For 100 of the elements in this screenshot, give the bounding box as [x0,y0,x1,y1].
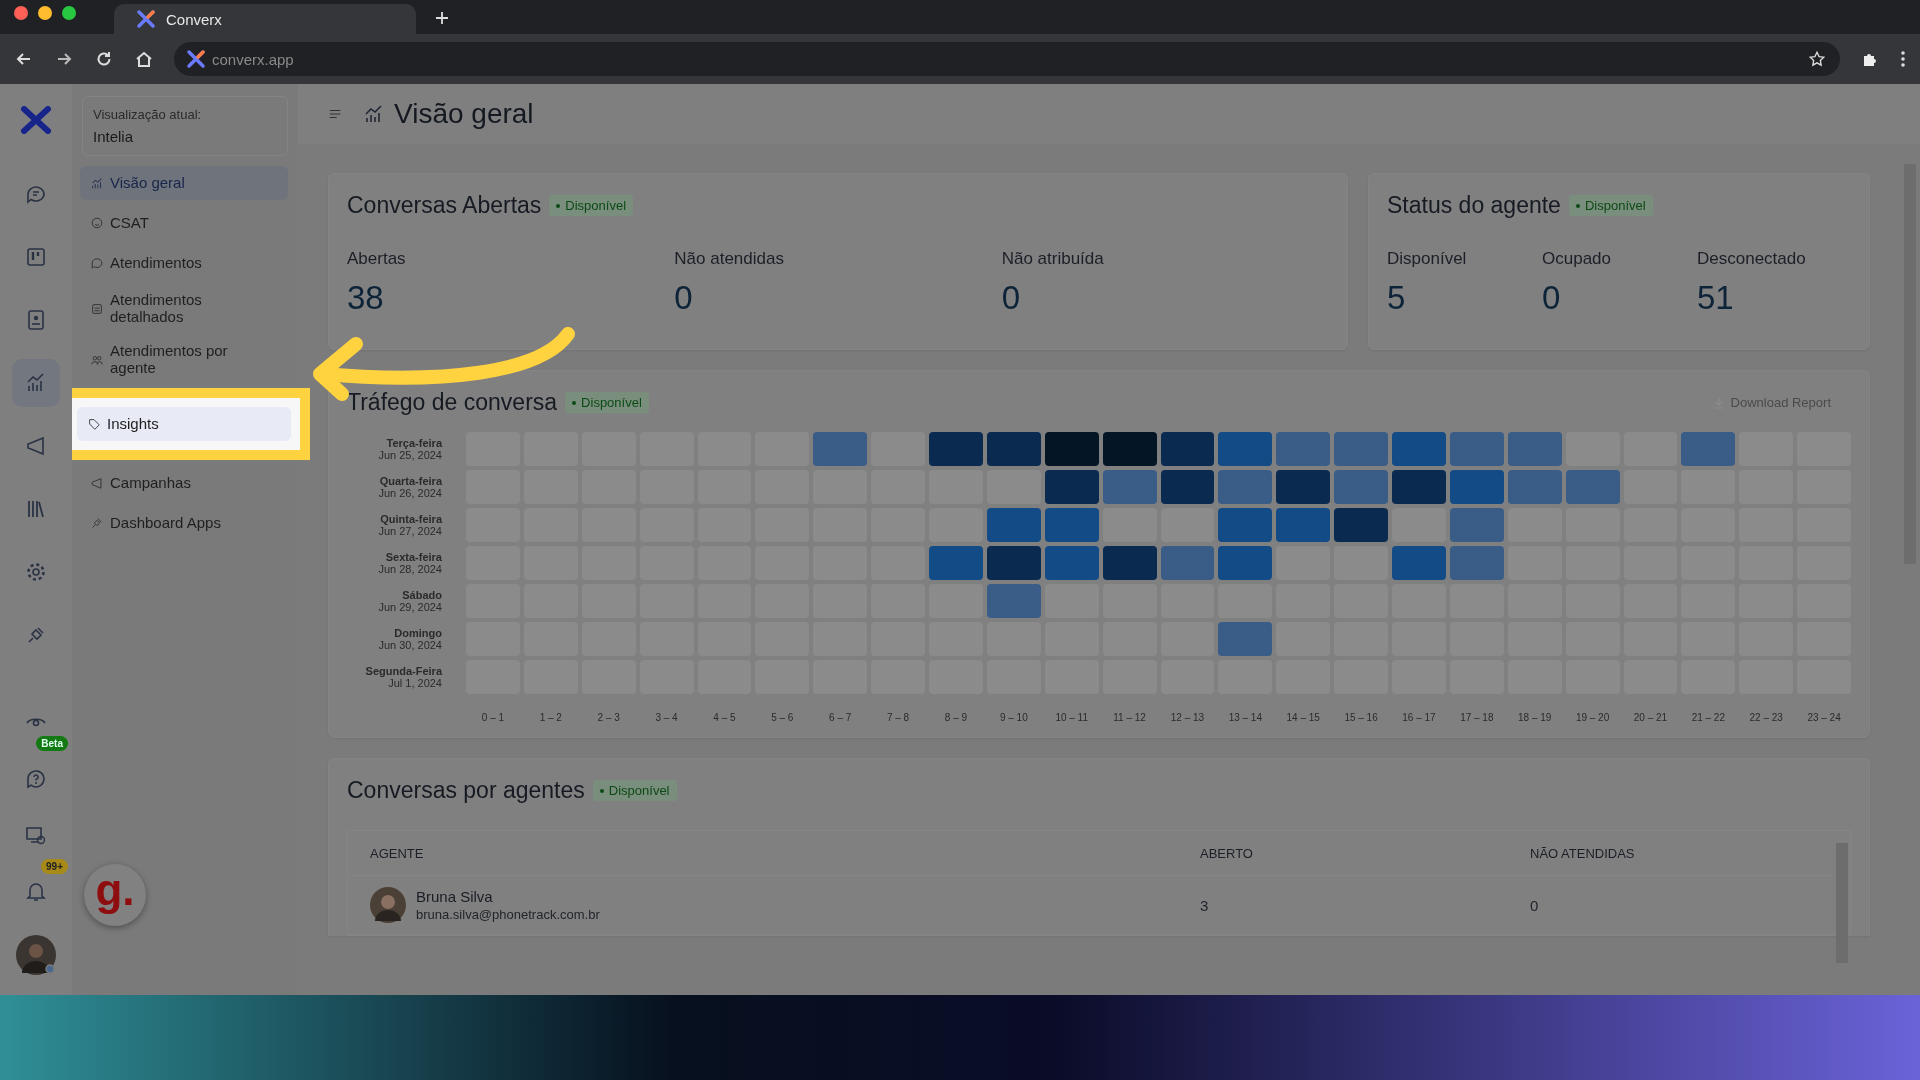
hour-label: 13 – 14 [1227,712,1263,723]
app-logo-icon[interactable] [20,106,52,134]
notification-badge: Beta [36,736,68,751]
chart-icon [364,104,384,124]
sidebar-item-icon [90,301,104,316]
hour-label: 9 – 10 [998,712,1029,723]
metric-value: 0 [1001,279,1021,317]
sidebar-item-icon [90,516,104,530]
date-label: Jun 27, 2024 [378,525,442,537]
hour-label: 21 – 22 [1690,712,1726,723]
agent-avatar [370,887,406,923]
day-label: Terça-feira [386,437,442,449]
sidebar-item-icon [87,417,101,431]
home-icon[interactable] [134,49,154,69]
metric-value: 5 [1387,279,1407,317]
kanban-icon [24,245,48,269]
sidebar-item[interactable]: Insights [77,407,291,441]
hour-label: 8 – 9 [943,712,969,723]
sidebar-item[interactable]: Dashboard Apps [80,506,288,540]
hour-label: 3 – 4 [654,712,679,723]
hour-label: 5 – 6 [770,712,795,723]
page-title: Visão geral [394,98,534,130]
sidebar-item-icon [90,176,104,190]
sidebar-item[interactable]: Atendimentos detalhados [80,286,288,331]
agent-email: bruna.silva@phonetrack.com.br [416,907,600,922]
column-header: NÃO ATENDIDAS [1530,845,1636,861]
chart-nav-button[interactable] [12,359,60,407]
user-avatar[interactable] [16,935,56,975]
hour-label: 14 – 15 [1285,712,1321,723]
day-label: Quinta-feira [380,513,442,525]
hour-label: 15 – 16 [1343,712,1379,723]
day-label: Sábado [402,589,442,601]
metric-label: Não atendidas [674,249,785,269]
notification-badge: 99+ [41,859,68,874]
metric-value: 0 [674,279,694,317]
column-header: ABERTO [1200,845,1254,861]
close-window-button[interactable] [14,6,28,20]
date-label: Jun 26, 2024 [378,487,442,499]
hour-label: 19 – 20 [1574,712,1611,723]
sidebar-item[interactable]: Atendimentos [80,246,288,280]
status-badge: Disponível [565,392,649,413]
sidebar-item[interactable]: Visão geral [80,166,288,200]
metric-label: Ocupado [1542,249,1612,269]
browser-menu-icon[interactable] [1900,49,1906,69]
card-title: Status do agente [1387,192,1561,219]
menu-icon[interactable] [328,107,342,121]
maximize-window-button[interactable] [62,6,76,20]
minimize-window-button[interactable] [38,6,52,20]
view-name: Intelia [93,128,135,145]
date-label: Jun 25, 2024 [378,449,442,461]
metric-label: Desconectado [1697,249,1807,269]
sidebar-item-icon [90,476,104,490]
table-scrollbar[interactable] [1836,843,1848,963]
view-label: Visualização atual: [93,107,203,122]
date-label: Jun 28, 2024 [378,563,442,575]
metric-value: 38 [347,279,385,317]
hour-label: 7 – 8 [885,712,911,723]
hour-label: 0 – 1 [480,712,506,723]
help-icon[interactable] [24,767,48,791]
current-view-card[interactable]: Visualização atual: Intelia [82,96,288,156]
hour-label: 6 – 7 [828,712,853,723]
column-header: AGENTE [370,845,425,861]
hour-label: 2 – 3 [596,712,621,723]
sidebar-item[interactable]: CSAT [80,206,288,240]
day-label: Segunda-Feira [365,665,442,677]
metric-value: 51 [1697,279,1735,317]
sidebar-item-icon [90,256,104,270]
status-badge: Disponível [1568,195,1653,216]
address-bar[interactable]: converx.app [174,42,1840,76]
hour-label: 17 – 18 [1459,712,1495,723]
sidebar-item[interactable]: Atendimentos por agente [80,337,288,382]
gear-icon [24,560,48,584]
hour-label: 22 – 23 [1748,712,1784,723]
card-title: Tráfego de conversa [347,389,558,416]
browser-tab[interactable]: Converx [114,4,416,34]
card-title: Conversas por agentes [347,777,585,804]
date-label: Jun 29, 2024 [378,601,442,613]
agent-name: Bruna Silva [416,888,494,905]
hour-label: 12 – 13 [1169,712,1206,723]
date-label: Jul 1, 2024 [388,677,442,689]
hour-label: 11 – 12 [1112,712,1147,723]
hour-label: 10 – 11 [1054,712,1089,723]
sidebar-item-icon [90,216,104,230]
hour-label: 20 – 21 [1632,712,1669,723]
site-logo-icon [186,49,206,69]
metric-value: 0 [1542,279,1562,317]
status-badge: Disponível [592,780,677,801]
hour-label: 23 – 24 [1806,712,1842,723]
day-label: Quarta-feira [379,475,442,487]
table-cell-text: 3 [1200,896,1210,914]
table-cell-text: 0 [1530,896,1540,914]
new-tab-icon[interactable] [434,10,450,26]
hour-label: 16 – 17 [1401,712,1437,723]
metric-label: Abertas [347,249,407,269]
bookmark-star-icon[interactable] [1808,50,1826,68]
status-badge: Disponível [549,195,634,216]
day-label: Sexta-feira [385,551,442,563]
hour-label: 18 – 19 [1517,712,1553,723]
metric-label: Disponível [1387,249,1468,269]
sidebar-item[interactable]: Campanhas [80,466,288,500]
